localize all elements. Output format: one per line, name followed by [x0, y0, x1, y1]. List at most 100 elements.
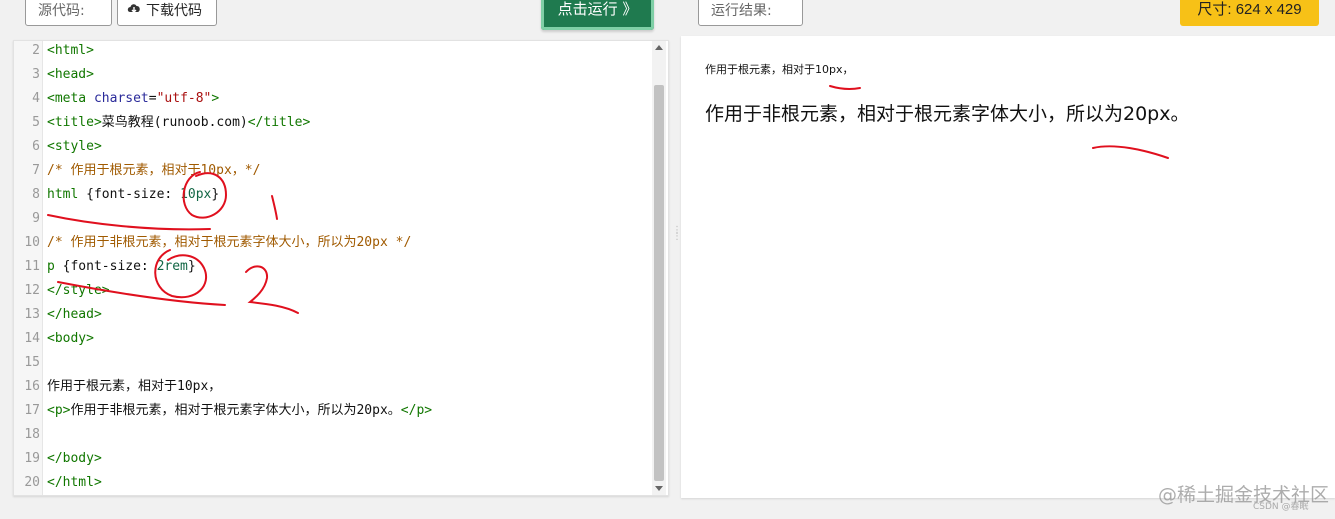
code-text: 作用于根元素，相对于10px，	[47, 375, 221, 399]
code-text: <body>	[47, 327, 94, 351]
code-token: 2rem	[156, 259, 188, 274]
code-token: {font-size:	[54, 259, 157, 274]
run-button[interactable]: 点击运行 》	[541, 0, 654, 30]
code-text: </head>	[47, 303, 102, 327]
code-token: 菜鸟教程(runoob.com)	[101, 115, 248, 130]
code-token: <title>	[47, 115, 102, 130]
code-text: /* 作用于根元素，相对于10px，*/	[47, 159, 260, 183]
preview-paragraph: 作用于非根元素，相对于根元素字体大小，所以为20px。	[705, 103, 1190, 125]
preview-root-text: 作用于根元素，相对于10px，	[705, 63, 854, 76]
code-token: </head>	[47, 307, 102, 322]
code-token: <html>	[47, 43, 94, 58]
line-number: 5	[32, 115, 40, 130]
watermark-credit: CSDN @春眠	[1253, 502, 1309, 512]
code-token: </style>	[47, 283, 110, 298]
code-line[interactable]: 3 <head>	[14, 63, 634, 87]
code-token: >	[211, 91, 220, 106]
code-token: 10px	[180, 187, 212, 202]
code-token: <head>	[47, 67, 94, 82]
code-text: <head>	[47, 63, 94, 87]
code-token: </html>	[47, 475, 102, 490]
code-line[interactable]: 9	[14, 207, 634, 231]
code-line[interactable]: 13 </head>	[14, 303, 634, 327]
code-line[interactable]: 15	[14, 351, 634, 375]
run-result-label: 运行结果:	[698, 0, 803, 26]
code-token: <meta	[47, 91, 94, 106]
scroll-down-icon[interactable]	[655, 486, 663, 491]
panel-splitter[interactable]: ⋮ ⋮	[672, 226, 682, 254]
download-code-button[interactable]: 下载代码	[117, 0, 217, 26]
code-token: </p>	[400, 403, 433, 418]
code-text: <p>作用于非根元素，相对于根元素字体大小，所以为20px。</p>	[47, 399, 432, 423]
line-number: 19	[24, 451, 40, 466]
code-token: 作用于根元素，相对于10px，	[47, 379, 222, 394]
code-line[interactable]: 19 </body>	[14, 447, 634, 471]
editor-scrollbar[interactable]	[652, 41, 666, 495]
code-token: }	[211, 187, 220, 202]
line-number: 13	[24, 307, 40, 322]
code-token: html	[47, 187, 79, 202]
code-line[interactable]: 11 p {font-size: 2rem}	[14, 255, 634, 279]
code-text: <html>	[47, 39, 94, 63]
line-number: 4	[32, 91, 40, 106]
line-number: 3	[32, 67, 40, 82]
code-line[interactable]: 17 <p>作用于非根元素，相对于根元素字体大小，所以为20px。</p>	[14, 399, 634, 423]
code-token: "utf-8"	[156, 91, 212, 106]
code-token: /* 作用于根元素，相对于10px，*/	[47, 163, 261, 178]
line-number: 17	[24, 403, 40, 418]
code-text: /* 作用于非根元素，相对于根元素字体大小，所以为20px */	[47, 231, 411, 255]
code-token: =	[148, 91, 157, 106]
code-line[interactable]: 18	[14, 423, 634, 447]
cloud-download-icon	[126, 0, 142, 25]
code-text: html {font-size: 10px}	[47, 183, 219, 207]
code-text: <style>	[47, 135, 102, 159]
code-text: <title>菜鸟教程(runoob.com)</title>	[47, 111, 310, 135]
line-number: 11	[24, 259, 40, 274]
scroll-thumb[interactable]	[654, 85, 664, 481]
download-code-label: 下载代码	[146, 3, 202, 19]
line-number: 18	[24, 427, 40, 442]
code-token: </body>	[47, 451, 102, 466]
code-line[interactable]: 16 作用于根元素，相对于10px，	[14, 375, 634, 399]
line-number: 2	[32, 43, 40, 58]
code-text: p {font-size: 2rem}	[47, 255, 196, 279]
code-token: <body>	[47, 331, 94, 346]
size-badge: 尺寸: 624 x 429	[1180, 0, 1319, 26]
code-token: }	[187, 259, 196, 274]
code-line[interactable]: 5 <title>菜鸟教程(runoob.com)</title>	[14, 111, 634, 135]
line-number: 14	[24, 331, 40, 346]
code-text: </body>	[47, 447, 102, 471]
code-token: charset	[93, 91, 149, 106]
code-text: </html>	[47, 471, 102, 495]
code-line[interactable]: 6 <style>	[14, 135, 634, 159]
code-token: </title>	[247, 115, 311, 130]
code-token: {font-size:	[78, 187, 181, 202]
code-token: /* 作用于非根元素，相对于根元素字体大小，所以为20px */	[47, 235, 412, 250]
code-token: 作用于非根元素，相对于根元素字体大小，所以为20px。	[70, 403, 401, 418]
line-number: 10	[24, 235, 40, 250]
code-line[interactable]: 12 </style>	[14, 279, 634, 303]
code-token: <style>	[47, 139, 102, 154]
code-editor[interactable]: 2 <html> 3 <head> 4 <meta charset="utf-8"> 5 <t…	[13, 40, 669, 496]
line-number: 6	[32, 139, 40, 154]
code-line[interactable]: 8 html {font-size: 10px}	[14, 183, 634, 207]
code-line[interactable]: 14 <body>	[14, 327, 634, 351]
code-text: <meta charset="utf-8">	[47, 87, 219, 111]
code-line[interactable]: 2 <html>	[14, 39, 634, 63]
scroll-up-icon[interactable]	[655, 45, 663, 50]
code-token: p	[47, 259, 55, 274]
line-number: 12	[24, 283, 40, 298]
code-line[interactable]: 4 <meta charset="utf-8">	[14, 87, 634, 111]
code-text: </style>	[47, 279, 110, 303]
line-number: 20	[24, 475, 40, 490]
code-line[interactable]: 10 /* 作用于非根元素，相对于根元素字体大小，所以为20px */	[14, 231, 634, 255]
line-number: 7	[32, 163, 40, 178]
line-number: 16	[24, 379, 40, 394]
line-number: 15	[24, 355, 40, 370]
code-line[interactable]: 20 </html>	[14, 471, 634, 495]
line-number: 8	[32, 187, 40, 202]
code-line[interactable]: 7 /* 作用于根元素，相对于10px，*/	[14, 159, 634, 183]
code-token: <p>	[47, 403, 71, 418]
source-code-label: 源代码:	[25, 0, 112, 26]
line-number: 9	[32, 211, 40, 226]
